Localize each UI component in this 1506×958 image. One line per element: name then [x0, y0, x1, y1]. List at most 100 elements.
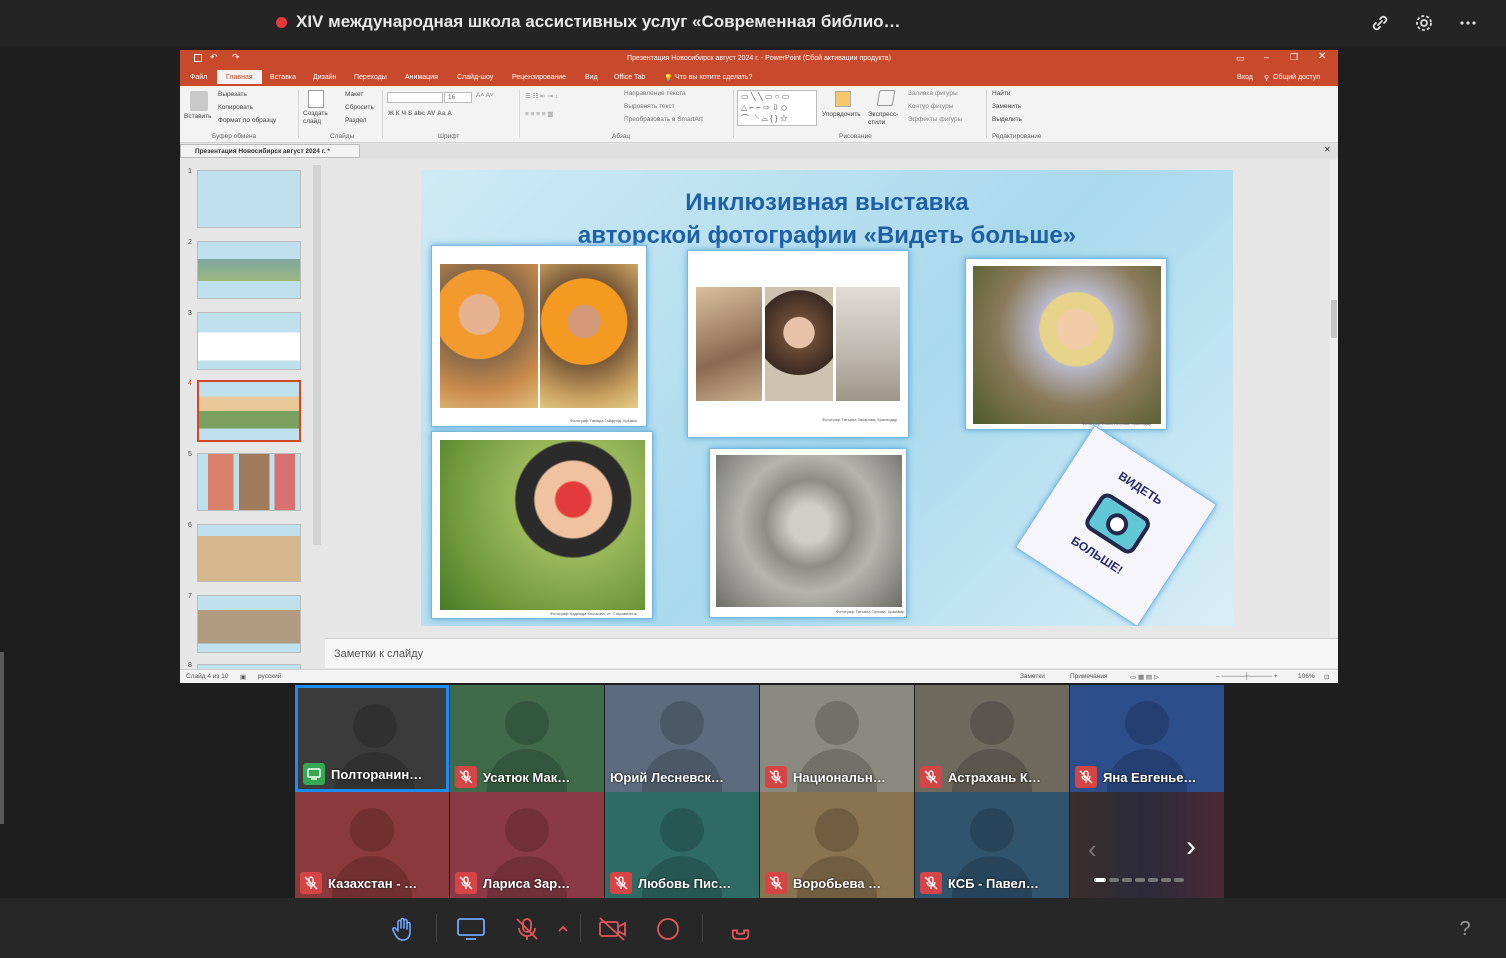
tab-slideshow[interactable]: Слайд-шоу	[457, 74, 493, 81]
share-button[interactable]: Общий доступ	[1273, 74, 1320, 81]
slide-thumbnail[interactable]	[197, 312, 301, 370]
paste-button[interactable]: Вставить	[184, 113, 212, 120]
chevron-right-icon[interactable]: ›	[1186, 830, 1196, 864]
participant-name: Казахстан - …	[328, 875, 418, 891]
link-icon[interactable]	[1368, 11, 1392, 35]
tab-view[interactable]: Вид	[585, 74, 598, 81]
mic-off-icon	[920, 872, 942, 894]
participant-tile[interactable]: Юрий Лесневск…	[605, 685, 759, 792]
arrange-button[interactable]: Упорядочить	[822, 111, 861, 118]
document-tab[interactable]: Презентация Новосибирск август 2024 г. *	[180, 144, 360, 158]
current-slide[interactable]: Инклюзивная выставка авторской фотографи…	[421, 170, 1233, 626]
cut-button[interactable]: Вырезать	[218, 91, 247, 98]
smartart-button[interactable]: Преобразовать в SmartArt	[624, 116, 703, 123]
shapes-gallery[interactable]: ▭ ╲ ╲ ▭ ○ ▭ △ ⌐ ⌐ ⇨ ⇩ ◇ ⌒ ╰ ⌓ { } ☆	[737, 90, 817, 126]
tell-me-search[interactable]: Что вы хотите сделать?	[675, 74, 752, 81]
grow-font-icon[interactable]: A˄ A˅	[476, 92, 494, 99]
tab-file[interactable]: Файл	[190, 74, 207, 81]
page-dots[interactable]	[1094, 878, 1184, 882]
thumbnails-scrollbar[interactable]	[313, 165, 321, 545]
more-icon[interactable]	[1456, 11, 1480, 35]
shape-effects-button[interactable]: Эффекты фигуры	[908, 116, 962, 123]
participant-tile[interactable]: Полторанин…	[295, 685, 449, 792]
text-direction-button[interactable]: Направление текста	[624, 90, 686, 97]
chevron-left-icon[interactable]: ‹	[1088, 834, 1097, 865]
slide-scrollbar[interactable]	[1330, 160, 1338, 637]
close-icon[interactable]: ✕	[1318, 51, 1326, 62]
slide-thumbnail[interactable]	[197, 170, 301, 228]
shape-fill-button[interactable]: Заливка фигуры	[908, 90, 958, 97]
screen-share-icon[interactable]	[456, 914, 486, 944]
tab-animations[interactable]: Анимация	[405, 74, 438, 81]
hang-up-icon[interactable]	[722, 914, 752, 944]
spellcheck-icon[interactable]: ▣	[240, 673, 246, 681]
replace-button[interactable]: Заменить	[992, 103, 1021, 110]
align-text-button[interactable]: Выровнять текст	[624, 103, 675, 110]
participant-tile[interactable]: Астрахань К…	[915, 685, 1069, 792]
slide-thumbnail-active[interactable]	[197, 380, 301, 442]
notes-button[interactable]: Заметки	[1020, 673, 1045, 680]
bullets-icon[interactable]: ☰ ☷ ⇤ ⇥ ↕	[525, 92, 558, 100]
align-icon[interactable]: ≡ ≡ ≡ ≡ ▥	[525, 110, 554, 118]
slide-thumbnail[interactable]	[197, 524, 301, 582]
notes-pane[interactable]: Заметки к слайду	[325, 638, 1338, 668]
slide-thumbnail[interactable]	[197, 595, 301, 653]
avatar-placeholder	[660, 701, 704, 745]
participant-tile[interactable]: Усатюк Мак…	[450, 685, 604, 792]
participant-tile[interactable]: КСБ - Павел…	[915, 792, 1069, 898]
slide-thumbnail[interactable]	[197, 241, 301, 299]
zoom-level[interactable]: 106%	[1298, 673, 1315, 680]
tab-design[interactable]: Дизайн	[313, 74, 337, 81]
tab-transitions[interactable]: Переходы	[354, 74, 387, 81]
new-slide-icon[interactable]	[308, 90, 324, 108]
reset-button[interactable]: Сбросить	[345, 104, 374, 111]
tab-office[interactable]: Office Tab	[614, 74, 645, 81]
chevron-up-icon[interactable]	[550, 914, 576, 944]
find-button[interactable]: Найти	[992, 90, 1011, 97]
copy-button[interactable]: Копировать	[218, 104, 253, 111]
minimize-icon[interactable]: –	[1264, 52, 1269, 62]
participant-tile[interactable]: Яна Евгенье…	[1070, 685, 1224, 792]
mic-off-icon[interactable]	[512, 914, 542, 944]
font-name-input[interactable]	[387, 92, 443, 103]
bold-icon[interactable]: Ж К Ч S abc AV Аа A	[388, 110, 452, 117]
tab-review[interactable]: Рецензирование	[512, 74, 566, 81]
participant-tile[interactable]: Казахстан - …	[295, 792, 449, 898]
section-button[interactable]: Раздел	[345, 117, 366, 124]
gear-icon[interactable]	[1412, 11, 1436, 35]
sign-in-link[interactable]: Вход	[1237, 74, 1253, 81]
zoom-slider[interactable]: – ─────┼───── +	[1216, 673, 1278, 680]
shape-outline-button[interactable]: Контур фигуры	[908, 103, 953, 110]
language-indicator[interactable]: русский	[258, 673, 281, 680]
fit-slide-icon[interactable]: ⊡	[1324, 673, 1329, 681]
layout-button[interactable]: Макет	[345, 91, 363, 98]
arrange-icon[interactable]	[835, 91, 851, 107]
quick-styles-button[interactable]: Экспресс-стили	[868, 111, 904, 127]
participant-tile[interactable]: Любовь Пис…	[605, 792, 759, 898]
paste-icon[interactable]	[190, 91, 208, 111]
participant-tile[interactable]: Национальн…	[760, 685, 914, 792]
slide-thumbnail[interactable]	[197, 453, 301, 511]
tab-home[interactable]: Главная	[217, 70, 262, 84]
format-painter-button[interactable]: Формат по образцу	[218, 117, 276, 124]
font-size-input[interactable]: 16	[444, 92, 472, 103]
participant-name-row: Любовь Пис…	[610, 872, 731, 894]
raise-hand-icon[interactable]	[388, 914, 418, 944]
quick-styles-icon[interactable]	[876, 90, 896, 106]
record-icon[interactable]	[653, 914, 683, 944]
ribbon-display-icon[interactable]: ▭	[1236, 53, 1245, 64]
comments-button[interactable]: Примечания	[1070, 673, 1108, 680]
side-handle[interactable]	[0, 652, 4, 824]
participant-tile[interactable]: Воробьева …	[760, 792, 914, 898]
tab-insert[interactable]: Вставка	[270, 74, 296, 81]
photo-woman-sitting	[836, 287, 900, 401]
maximize-icon[interactable]: ❐	[1290, 52, 1298, 63]
view-normal-icon[interactable]: ▭ ▦ ▤ ▷	[1130, 673, 1159, 681]
scroll-thumb[interactable]	[1331, 300, 1337, 338]
participant-tile[interactable]: Лариса Зар…	[450, 792, 604, 898]
close-doc-icon[interactable]: ✕	[1324, 145, 1334, 156]
camera-off-icon[interactable]	[596, 914, 630, 944]
new-slide-button[interactable]: Создать слайд	[303, 110, 333, 126]
select-button[interactable]: Выделить	[992, 116, 1022, 123]
help-icon[interactable]: ?	[1450, 914, 1480, 944]
